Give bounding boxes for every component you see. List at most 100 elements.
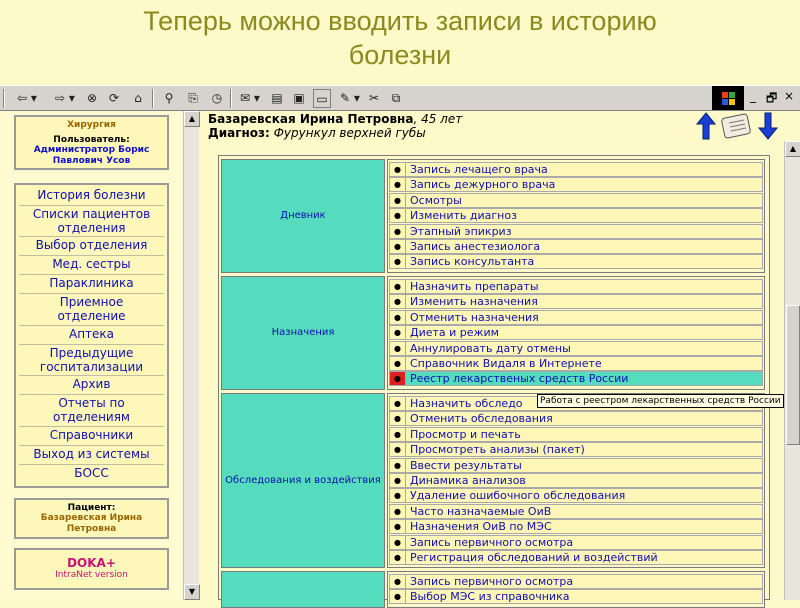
nav-item[interactable]: Выбор отделения [19, 238, 164, 252]
action-link[interactable]: Изменить назначения [410, 295, 538, 308]
bullet-icon: ● [390, 372, 406, 385]
nav-item[interactable]: БОСС [19, 466, 164, 480]
discuss-button[interactable]: ✎ ▾ [336, 89, 364, 108]
copy-button[interactable]: ⧉ [388, 89, 404, 108]
arrow-down-icon[interactable] [758, 112, 778, 140]
action-link[interactable]: Запись консультанта [410, 255, 534, 268]
nav-item-label: История болезни [37, 188, 146, 202]
action-row[interactable]: ● Запись первичного осмотра [389, 574, 763, 589]
action-row[interactable]: ● Изменить диагноз [389, 208, 763, 223]
print-button[interactable]: ▤ [268, 89, 286, 108]
bullet-icon: ● [390, 240, 406, 253]
nav-item[interactable]: Мед. сестры [19, 257, 164, 271]
action-row[interactable]: ● Изменить назначения [389, 294, 763, 309]
action-link[interactable]: Часто назначаемые ОиВ [410, 505, 551, 518]
nav-item[interactable]: Отчеты по отделениям [19, 396, 164, 424]
action-row[interactable]: ● Регистрация обследований и воздействий [389, 550, 763, 565]
action-row[interactable]: ● Запись первичного осмотра [389, 535, 763, 550]
action-row[interactable]: ● Удаление ошибочного обследования [389, 488, 763, 503]
scroll-up-icon[interactable]: ▲ [184, 111, 200, 127]
action-row[interactable]: ● Отменить обследования [389, 411, 763, 426]
action-link[interactable]: Назначить обследо [410, 397, 523, 410]
home-button[interactable]: ⌂ [130, 89, 146, 108]
scroll-thumb[interactable] [786, 305, 800, 445]
action-row[interactable]: ● Назначить препараты [389, 279, 763, 294]
action-row[interactable]: ● Назначения ОиВ по МЭС [389, 519, 763, 534]
nav-item[interactable]: Предыдущие госпитализации [19, 346, 164, 374]
action-link[interactable]: Регистрация обследований и воздействий [410, 551, 658, 564]
stop-button[interactable]: ⊗ [84, 89, 100, 108]
action-link[interactable]: Запись первичного осмотра [410, 575, 573, 588]
nav-item[interactable]: Выход из системы [19, 447, 164, 461]
action-row[interactable]: ● Выбор МЭС из справочника [389, 589, 763, 604]
action-link[interactable]: Запись первичного осмотра [410, 536, 573, 549]
patient-info-box: Пациент: Базаревская Ирина Петровна [14, 498, 169, 539]
action-link[interactable]: Ввести результаты [410, 459, 522, 472]
action-link[interactable]: Отменить обследования [410, 412, 553, 425]
refresh-button[interactable]: ⟳ [106, 89, 122, 108]
category-items: ● Назначить препараты ● Изменить назначения… [387, 276, 765, 390]
minimize-icon[interactable]: _ [750, 89, 756, 103]
action-row[interactable]: ● Запись анестезиолога [389, 239, 763, 254]
discuss-frame-button[interactable]: ▭ [313, 89, 331, 108]
close-icon[interactable]: × [784, 89, 794, 103]
action-link[interactable]: Справочник Видаля в Интернете [410, 357, 602, 370]
nav-item[interactable]: Справочники [19, 428, 164, 442]
nav-item[interactable]: Архив [19, 377, 164, 391]
scroll-down-icon[interactable]: ▼ [184, 584, 200, 600]
action-row[interactable]: ● Аннулировать дату отмены [389, 341, 763, 356]
action-link[interactable]: Просмотреть анализы (пакет) [410, 443, 585, 456]
action-link[interactable]: Осмотры [410, 194, 462, 207]
favorites-button[interactable]: ⎘ [184, 89, 202, 108]
nav-item[interactable]: История болезни [19, 188, 164, 202]
nav-item[interactable]: Списки пациентов отделения [19, 207, 164, 235]
action-link[interactable]: Отменить назначения [410, 311, 539, 324]
action-link[interactable]: Назначения ОиВ по МЭС [410, 520, 552, 533]
action-link[interactable]: Диета и режим [410, 326, 499, 339]
action-row[interactable]: ● Часто назначаемые ОиВ [389, 504, 763, 519]
action-row[interactable]: ● Диета и режим [389, 325, 763, 340]
action-row[interactable]: ● Запись консультанта [389, 254, 763, 269]
forward-button[interactable]: ⇨ ▾ [48, 89, 82, 108]
action-link[interactable]: Изменить диагноз [410, 209, 517, 222]
action-link[interactable]: Запись лечащего врача [410, 163, 548, 176]
action-link[interactable]: Этапный эпикриз [410, 225, 512, 238]
action-link[interactable]: Просмотр и печать [410, 428, 521, 441]
action-link[interactable]: Динамика анализов [410, 474, 526, 487]
arrow-up-icon[interactable] [696, 112, 716, 140]
edit-button[interactable]: ▣ [290, 89, 308, 108]
action-row[interactable]: ● Запись дежурного врача [389, 177, 763, 192]
action-link[interactable]: Удаление ошибочного обследования [410, 489, 625, 502]
action-row[interactable]: ● Просмотреть анализы (пакет) [389, 442, 763, 457]
action-row[interactable]: ● Реестр лекарственых средств России [389, 371, 763, 386]
action-link[interactable]: Реестр лекарственых средств России [410, 372, 628, 385]
action-row[interactable]: ● Этапный эпикриз [389, 224, 763, 239]
restore-icon[interactable]: 🗗 [766, 89, 777, 110]
action-row[interactable]: ● Ввести результаты [389, 458, 763, 473]
action-link[interactable]: Выбор МЭС из справочника [410, 590, 569, 603]
search-button[interactable]: ⚲ [160, 89, 178, 108]
scroll-up-icon[interactable]: ▲ [785, 141, 800, 157]
history-button[interactable]: ◷ [208, 89, 226, 108]
action-row[interactable]: ● Запись лечащего врача [389, 162, 763, 177]
notebook-icon[interactable] [720, 113, 754, 140]
nav-item[interactable]: Аптека [19, 327, 164, 341]
action-row[interactable]: ● Осмотры [389, 193, 763, 208]
action-link[interactable]: Запись анестезиолога [410, 240, 540, 253]
action-link[interactable]: Запись дежурного врача [410, 178, 555, 191]
back-button[interactable]: ⇦ ▾ [10, 89, 44, 108]
action-row[interactable]: ● Справочник Видаля в Интернете [389, 356, 763, 371]
nav-item[interactable]: Параклиника [19, 276, 164, 290]
category-items: ● Запись первичного осмотра ● Выбор МЭС из … [387, 571, 765, 608]
action-link[interactable]: Назначить препараты [410, 280, 539, 293]
action-row[interactable]: ● Отменить назначения [389, 310, 763, 325]
category-cell: Назначения [221, 276, 385, 390]
main-scrollbar[interactable]: ▲ [784, 141, 800, 600]
action-link[interactable]: Аннулировать дату отмены [410, 342, 571, 355]
action-row[interactable]: ● Просмотр и печать [389, 427, 763, 442]
cut-button[interactable]: ✂ [366, 89, 382, 108]
action-row[interactable]: ● Динамика анализов [389, 473, 763, 488]
sidebar-scrollbar[interactable]: ▲ ▼ [183, 111, 200, 600]
mail-button[interactable]: ✉ ▾ [236, 89, 264, 108]
nav-item[interactable]: Приемное отделение [19, 295, 164, 323]
